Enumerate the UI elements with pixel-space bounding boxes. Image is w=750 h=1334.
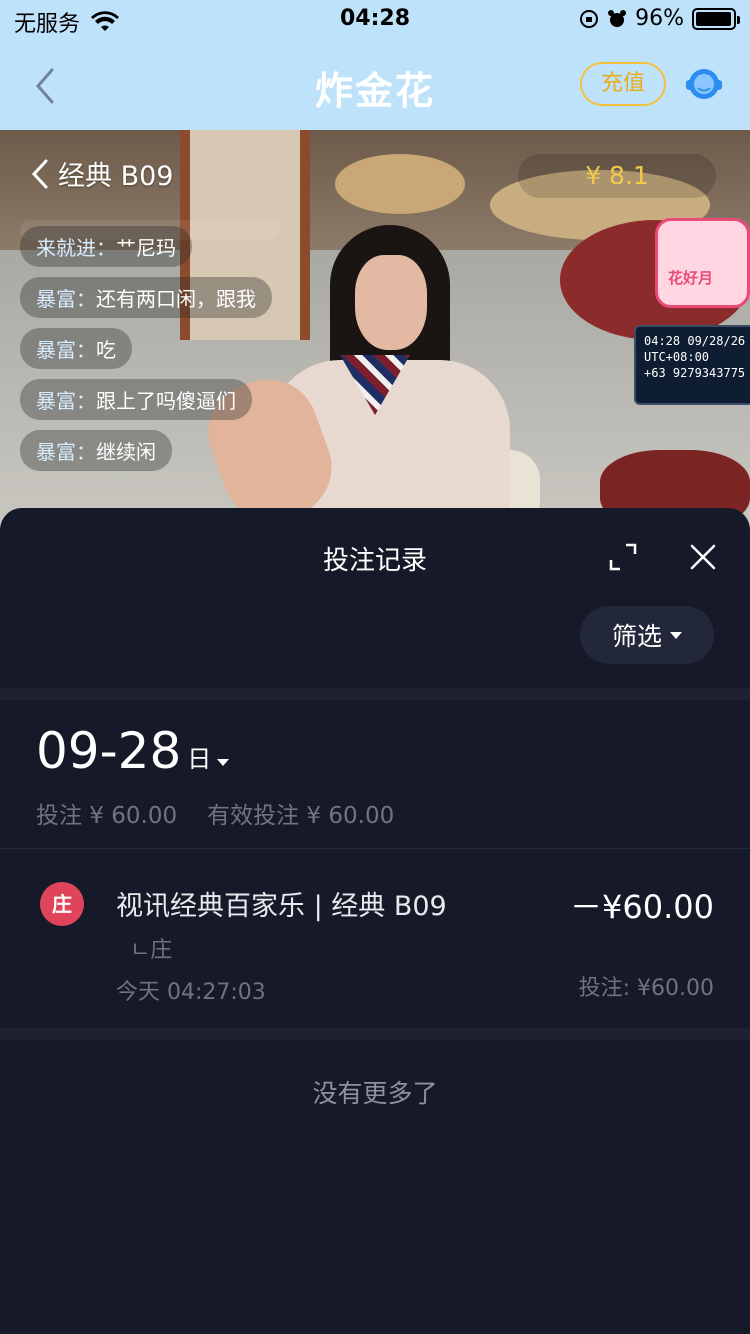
nav-bar: 炸金花 充值 [0,40,750,130]
live-video[interactable]: 花好月 04:28 09/28/26 UTC+08:00 +63 9279343… [0,130,750,530]
chat-nickname: 暴富 [36,338,76,362]
bet-side-badge: 庄 [40,882,84,926]
chat-text: 艹尼玛 [116,236,176,260]
chat-separator: ： [96,236,116,260]
chat-message: 暴富：继续闲 [20,430,172,471]
customer-service-icon[interactable] [684,64,724,104]
chat-separator: ： [76,440,96,464]
room-name: 经典 B09 [58,161,174,192]
chat-text: 跟上了吗傻逼们 [96,389,236,413]
chat-text: 继续闲 [96,440,156,464]
table-clock-panel: 04:28 09/28/26 UTC+08:00 +63 9279343775 [634,325,750,405]
clock-line: +63 9279343775 [644,366,746,380]
balance-badge: ¥ 8.1 [518,154,716,198]
bet-summary: 投注 ¥ 60.00 有效投注 ¥ 60.00 [36,796,394,830]
chat-nickname: 暴富 [36,287,76,311]
chevron-left-icon [31,159,48,188]
caret-down-icon [217,759,230,766]
bet-records-sheet: 投注记录 筛选 09-28 日 投注 ¥ 60.00 有效投注 ¥ 60.00 … [0,508,750,1334]
section-divider [0,688,750,700]
caret-down-icon [670,631,682,639]
chat-message: 暴富：还有两口闲，跟我 [20,277,272,318]
bet-time: 今天 04:27:03 [116,980,266,1005]
divider [0,848,750,849]
expand-icon[interactable] [608,542,638,572]
no-more-label: 没有更多了 [312,1079,438,1108]
bet-game-name: 视讯经典百家乐 | 经典 B09 [116,891,447,922]
chat-text: 还有两口闲，跟我 [96,287,256,311]
date-unit: 日 [187,745,212,773]
bet-amount: －¥60.00 [570,888,714,926]
chat-separator: ： [76,338,96,362]
table-sign: 花好月 [655,218,750,308]
chat-nickname: 暴富 [36,389,76,413]
alarm-icon [608,9,627,27]
chat-separator: ： [76,287,96,311]
clock-line: UTC+08:00 [644,350,710,364]
rotation-lock-icon [580,9,599,28]
status-right: 96% [579,6,740,31]
dealer-face [355,255,427,350]
section-divider [0,1028,750,1040]
recharge-button[interactable]: 充值 [580,62,666,106]
chat-text: 吃 [96,338,116,362]
battery-percent: 96% [635,6,684,31]
chat-nickname: 来就进 [36,236,96,260]
filter-label: 筛选 [611,622,662,651]
bet-stake: 投注: ¥60.00 [578,976,714,1001]
bet-detail: ㄴ庄 [130,938,173,963]
summary-valid-bet: 有效投注 ¥ 60.00 [207,803,395,829]
room-back-button[interactable]: 经典 B09 [30,154,173,193]
chat-message: 暴富：跟上了吗傻逼们 [20,379,252,420]
close-icon[interactable] [688,542,718,572]
table-sign-text: 花好月 [668,269,714,287]
date-value: 09-28 [36,722,182,780]
summary-bet: 投注 ¥ 60.00 [36,803,178,829]
chat-message: 暴富：吃 [20,328,132,369]
date-selector[interactable]: 09-28 日 [36,722,230,780]
video-table [335,154,465,214]
status-bar: 无服务 04:28 96% [0,0,750,40]
filter-button[interactable]: 筛选 [580,606,714,664]
clock-line: 04:28 09/28/26 [644,334,746,348]
battery-fill [696,11,731,26]
chat-nickname: 暴富 [36,440,76,464]
chat-list: 来就进：艹尼玛 暴富：还有两口闲，跟我 暴富：吃 暴富：跟上了吗傻逼们 暴富：继续闲 [20,226,272,481]
chat-separator: ： [76,389,96,413]
battery-icon [692,7,740,30]
chat-message: 来就进：艹尼玛 [20,226,192,267]
